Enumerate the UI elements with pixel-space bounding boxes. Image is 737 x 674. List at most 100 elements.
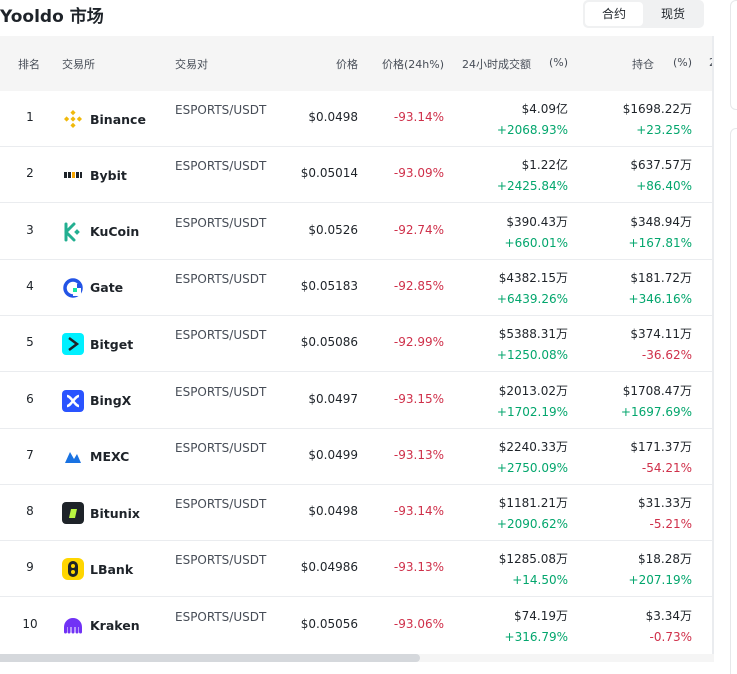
open-interest-cell: $637.57万 +86.40% [630, 155, 692, 197]
volume-change: +2068.93% [496, 123, 568, 137]
trading-pair: ESPORTS/USDT [175, 609, 267, 624]
volume-cell: $4.09亿 +2068.93% [497, 99, 568, 141]
price: $0.05183 [300, 278, 358, 293]
volume-cell: $1.22亿 +2425.84% [497, 155, 568, 197]
col-pair: 交易对 [175, 58, 208, 71]
exchange-name: LBank [90, 561, 134, 577]
price: $0.0499 [308, 447, 358, 462]
exchange-name: Bybit [90, 167, 127, 183]
open-interest: $1698.22万 [622, 102, 692, 116]
rank: 2 [26, 166, 34, 181]
volume-change: +2425.84% [496, 179, 568, 194]
open-interest-change: +1697.69% [620, 404, 692, 419]
trading-pair: ESPORTS/USDT [175, 440, 267, 455]
col-volume[interactable]: 24小时成交额 [462, 56, 531, 72]
table-row[interactable]: 10 Kraken ESPORTS/USDT $0.05056 -93.06% $74.1… [0, 598, 714, 654]
open-interest-change: +346.16% [628, 291, 692, 306]
price: $0.0497 [308, 391, 358, 406]
open-interest-cell: $3.34万 -0.73% [646, 606, 692, 648]
kraken-icon [62, 615, 84, 637]
bingx-icon [62, 389, 84, 412]
table-row[interactable]: 2 Bybit ESPORTS/USDT $0.05014 -93.09% $1.22亿 +… [0, 147, 714, 204]
price-change-24h: -93.14% [393, 110, 444, 124]
volume-cell: $2240.33万 +2750.09% [497, 437, 568, 479]
table-row[interactable]: 6 BingX ESPORTS/USDT $0.0497 -93.15% $2013.02… [0, 373, 714, 429]
rank: 3 [26, 222, 34, 237]
exchange-name: MEXC [90, 449, 130, 465]
trading-pair: ESPORTS/USDT [175, 159, 267, 174]
open-interest-cell: $1708.47万 +1697.69% [621, 381, 692, 423]
col-oi-pct[interactable]: (%) [673, 56, 692, 69]
lbank-icon [62, 558, 84, 581]
exchange-link[interactable]: LBank [62, 558, 134, 581]
volume-cell: $74.19万 +316.79% [505, 606, 568, 648]
volume-cell: $1181.21万 +2090.62% [497, 493, 568, 535]
volume-24h: $1.22亿 [521, 158, 568, 173]
price: $0.0498 [308, 110, 358, 124]
gate-icon [62, 277, 84, 299]
open-interest: $374.11万 [630, 327, 692, 342]
volume-change: +2750.09% [496, 460, 568, 475]
open-interest-cell: $18.28万 +207.19% [629, 549, 692, 591]
side-panel-bottom [730, 128, 737, 674]
table-header: 排名 交易所 交易对 价格 价格(24h%) 24小时成交额 (%) 持仓 (%… [0, 36, 714, 91]
table-row[interactable]: 4 Gate ESPORTS/USDT $0.05183 -92.85% $4382.15… [0, 260, 714, 316]
col-exchange: 交易所 [62, 58, 95, 71]
exchange-name: Gate [90, 280, 124, 296]
table-row[interactable]: 1 Binance ESPORTS/USDT $0.0498 -93.14% $4.09亿… [0, 91, 714, 147]
exchange-link[interactable]: Bitget [62, 333, 133, 356]
open-interest: $348.94万 [630, 214, 692, 229]
col-volume-pct[interactable]: (%) [549, 56, 568, 69]
trading-pair: ESPORTS/USDT [175, 553, 267, 568]
volume-24h: $2013.02万 [498, 383, 568, 398]
price-change-24h: -93.13% [393, 560, 444, 575]
open-interest-change: +207.19% [628, 573, 692, 588]
volume-24h: $5388.31万 [498, 327, 568, 342]
volume-change: +1250.08% [496, 348, 568, 363]
volume-change: +2090.62% [496, 517, 568, 532]
rank: 1 [26, 110, 34, 124]
exchange-link[interactable]: KuCoin [62, 221, 139, 243]
exchange-link[interactable]: Gate [62, 277, 123, 299]
open-interest-cell: $171.37万 -54.21% [630, 437, 692, 479]
volume-cell: $2013.02万 +1702.19% [497, 381, 568, 423]
side-panel-top [730, 0, 737, 110]
exchange-link[interactable]: Bybit [62, 164, 127, 187]
price-change-24h: -93.14% [393, 504, 444, 519]
table-row[interactable]: 5 Bitget ESPORTS/USDT $0.05086 -92.99% $5388.… [0, 316, 714, 373]
col-price[interactable]: 价格 [336, 56, 358, 72]
exchange-name: Kraken [90, 618, 140, 634]
exchange-link[interactable]: Kraken [62, 615, 140, 637]
exchange-link[interactable]: BingX [62, 389, 131, 412]
volume-change: +660.01% [504, 235, 568, 250]
table-row[interactable]: 7 MEXC ESPORTS/USDT $0.0499 -93.13% $2240.33万… [0, 429, 714, 485]
binance-icon [62, 108, 84, 130]
horizontal-scrollbar-thumb[interactable] [0, 654, 420, 662]
bybit-icon [62, 164, 84, 187]
open-interest-change: +167.81% [628, 235, 692, 250]
price-change-24h: -93.09% [393, 166, 444, 181]
market-type-toggle: 合约 现货 [583, 0, 704, 28]
tab-futures[interactable]: 合约 [585, 2, 643, 26]
open-interest: $3.34万 [645, 608, 692, 623]
tab-spot[interactable]: 现货 [643, 2, 703, 26]
exchange-link[interactable]: MEXC [62, 446, 129, 468]
volume-cell: $5388.31万 +1250.08% [497, 324, 568, 366]
price-change-24h: -93.15% [393, 391, 444, 406]
exchange-link[interactable]: Binance [62, 108, 146, 130]
volume-24h: $1285.08万 [498, 552, 568, 567]
col-change[interactable]: 价格(24h%) [382, 56, 444, 72]
exchange-link[interactable]: Bitunix [62, 502, 140, 525]
trading-pair: ESPORTS/USDT [175, 215, 267, 230]
trading-pair: ESPORTS/USDT [175, 271, 267, 286]
price-change-24h: -92.74% [393, 222, 444, 237]
volume-24h: $1181.21万 [498, 496, 568, 511]
table-row[interactable]: 9 LBank ESPORTS/USDT $0.04986 -93.13% $1285.0… [0, 541, 714, 598]
exchange-name: Bitunix [90, 505, 140, 521]
exchange-name: KuCoin [90, 224, 140, 240]
table-row[interactable]: 8 Bitunix ESPORTS/USDT $0.0498 -93.14% $1181.… [0, 485, 714, 542]
open-interest-change: -5.21% [649, 517, 692, 532]
table-row[interactable]: 3 KuCoin ESPORTS/USDT $0.0526 -92.74% $390.43… [0, 204, 714, 260]
col-oi[interactable]: 持仓 [632, 56, 654, 72]
price: $0.04986 [300, 560, 358, 575]
